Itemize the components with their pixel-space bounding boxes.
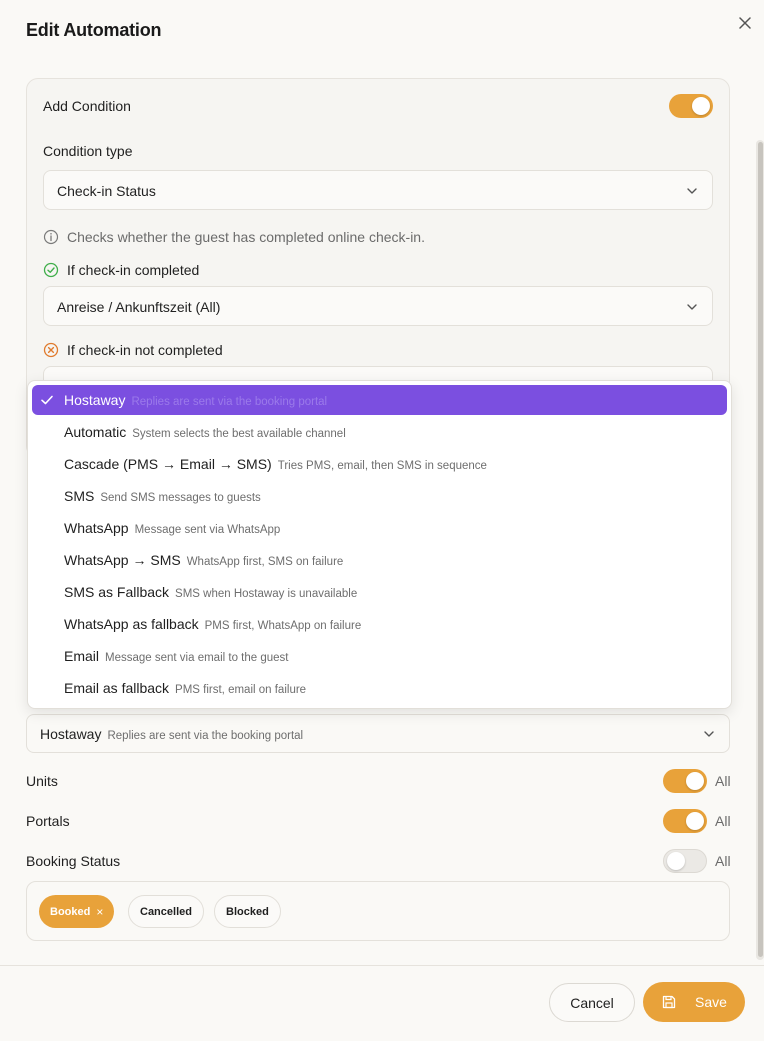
chip-label: Cancelled xyxy=(140,905,192,918)
check-circle-icon xyxy=(43,262,59,278)
condition-type-label: Condition type xyxy=(43,143,133,159)
channel-option-sms[interactable]: SMS Send SMS messages to guests xyxy=(32,481,727,511)
channel-option-whatsapp-fallback[interactable]: WhatsApp as fallback PMS first, WhatsApp … xyxy=(32,609,727,639)
units-label: Units xyxy=(26,773,58,789)
option-desc: Message sent via WhatsApp xyxy=(134,524,281,536)
save-button[interactable]: Save xyxy=(643,982,745,1022)
chip-blocked[interactable]: Blocked xyxy=(214,895,281,928)
toggle-knob xyxy=(686,812,704,830)
edit-automation-modal: Edit Automation Add Condition Condition … xyxy=(0,0,764,1041)
booking-status-all-label: All xyxy=(715,853,731,869)
booking-status-chips: Booked × Cancelled Blocked xyxy=(26,881,730,941)
toggle-knob xyxy=(667,852,685,870)
completed-template-value: Anreise / Ankunftszeit (All) xyxy=(57,299,221,315)
portals-all-label: All xyxy=(715,813,731,829)
check-icon xyxy=(41,395,53,405)
completed-row: If check-in completed xyxy=(43,260,199,280)
booking-status-label: Booking Status xyxy=(26,853,121,869)
option-desc: Message sent via email to the guest xyxy=(105,652,289,664)
chip-label: Booked xyxy=(50,905,91,918)
channel-dropdown-menu: Hostaway Replies are sent via the booking… xyxy=(27,380,732,709)
save-icon xyxy=(662,995,676,1009)
portals-label: Portals xyxy=(26,813,70,829)
modal-header: Edit Automation xyxy=(0,0,764,60)
option-desc: PMS first, WhatsApp on failure xyxy=(204,620,362,632)
option-label: SMS xyxy=(64,488,95,504)
channel-option-automatic[interactable]: Automatic System selects the best availab… xyxy=(32,417,727,447)
option-label: WhatsApp as fallback xyxy=(64,616,199,632)
option-label: Cascade (PMS → Email → SMS) xyxy=(64,456,272,472)
channel-option-sms-fallback[interactable]: SMS as Fallback SMS when Hostaway is unav… xyxy=(32,577,727,607)
chip-cancelled[interactable]: Cancelled xyxy=(128,895,204,928)
chevron-down-icon xyxy=(687,188,697,194)
units-toggle[interactable] xyxy=(663,769,707,793)
option-desc: Tries PMS, email, then SMS in sequence xyxy=(277,460,487,472)
x-circle-icon xyxy=(43,342,59,358)
channel-select-desc: Replies are sent via the booking portal xyxy=(107,730,304,742)
channel-option-whatsapp-sms[interactable]: WhatsApp → SMS WhatsApp first, SMS on fai… xyxy=(32,545,727,575)
option-label: SMS as Fallback xyxy=(64,584,170,600)
channel-select[interactable]: Hostaway Replies are sent via the booking… xyxy=(26,714,730,753)
add-condition-toggle[interactable] xyxy=(669,94,713,118)
channel-select-value: Hostaway xyxy=(40,726,102,742)
chevron-down-icon xyxy=(687,304,697,310)
close-icon xyxy=(739,17,751,29)
chip-label: Blocked xyxy=(226,905,269,918)
completed-template-select[interactable]: Anreise / Ankunftszeit (All) xyxy=(43,286,713,326)
condition-type-select[interactable]: Check-in Status xyxy=(43,170,713,210)
not-completed-label: If check-in not completed xyxy=(67,342,223,358)
toggle-knob xyxy=(692,97,710,115)
option-desc: WhatsApp first, SMS on failure xyxy=(186,556,344,568)
option-label: WhatsApp → SMS xyxy=(64,552,181,568)
add-condition-label: Add Condition xyxy=(43,98,131,114)
save-label: Save xyxy=(695,994,727,1010)
channel-option-email[interactable]: Email Message sent via email to the guest xyxy=(32,641,727,671)
option-label: Hostaway xyxy=(64,392,126,408)
option-desc: SMS when Hostaway is unavailable xyxy=(175,588,358,600)
channel-option-cascade[interactable]: Cascade (PMS → Email → SMS) Tries PMS, em… xyxy=(32,449,727,479)
booking-status-toggle[interactable] xyxy=(663,849,707,873)
option-desc: PMS first, email on failure xyxy=(175,684,307,696)
channel-option-email-fallback[interactable]: Email as fallback PMS first, email on fai… xyxy=(32,673,727,703)
channel-option-whatsapp[interactable]: WhatsApp Message sent via WhatsApp xyxy=(32,513,727,543)
option-desc: Replies are sent via the booking portal xyxy=(131,396,328,408)
not-completed-row: If check-in not completed xyxy=(43,340,223,360)
cancel-button[interactable]: Cancel xyxy=(549,983,635,1022)
close-button[interactable] xyxy=(734,12,756,34)
portals-toggle[interactable] xyxy=(663,809,707,833)
condition-info: Checks whether the guest has completed o… xyxy=(43,227,425,247)
remove-icon[interactable]: × xyxy=(96,905,103,919)
chevron-down-icon xyxy=(704,731,714,737)
chip-booked[interactable]: Booked × xyxy=(39,895,115,928)
option-label: Email as fallback xyxy=(64,680,170,696)
info-icon xyxy=(43,229,59,245)
channel-option-hostaway[interactable]: Hostaway Replies are sent via the booking… xyxy=(32,385,727,415)
scrollbar-thumb[interactable] xyxy=(758,142,763,957)
modal-title: Edit Automation xyxy=(26,20,162,40)
option-label: Email xyxy=(64,648,100,664)
completed-label: If check-in completed xyxy=(67,262,200,278)
option-desc: Send SMS messages to guests xyxy=(100,492,261,504)
option-desc: System selects the best available channe… xyxy=(132,428,346,440)
units-all-label: All xyxy=(715,773,731,789)
option-label: Automatic xyxy=(64,424,127,440)
toggle-knob xyxy=(686,772,704,790)
info-text: Checks whether the guest has completed o… xyxy=(67,229,425,245)
condition-type-value: Check-in Status xyxy=(57,183,156,199)
option-label: WhatsApp xyxy=(64,520,129,536)
